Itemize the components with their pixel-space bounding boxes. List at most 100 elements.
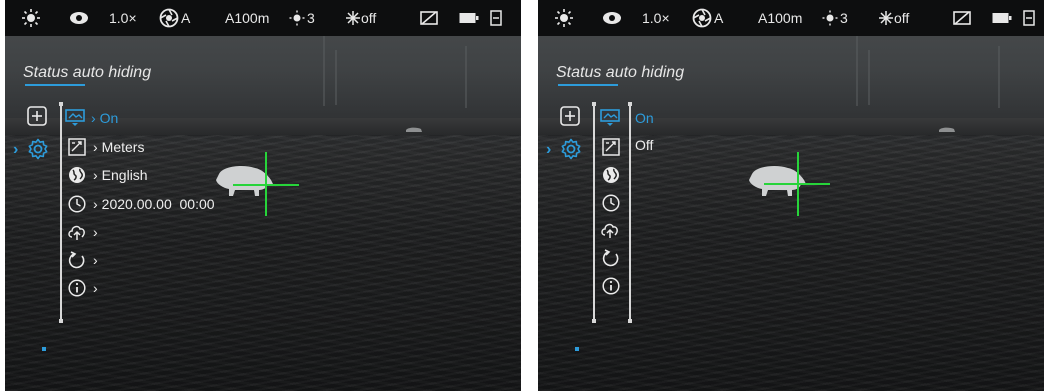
no-recording-icon <box>419 0 439 36</box>
tree <box>868 50 870 105</box>
menu-divider <box>593 104 595 320</box>
ir-value: off <box>361 10 377 26</box>
menu-item-info[interactable] <box>601 276 627 296</box>
menu-item-wifi-upload[interactable] <box>600 220 626 240</box>
option-on[interactable]: On <box>635 110 654 126</box>
menu-item-units[interactable] <box>601 137 627 157</box>
chevron-right-icon: › <box>91 110 96 126</box>
ir-status: off <box>345 0 376 36</box>
indicator-dot <box>42 347 46 351</box>
device-screen-left: 1.0× A A100m 3 off Status auto hiding › <box>5 0 521 391</box>
menu-item-info[interactable]: › <box>67 278 102 298</box>
brightness-icon <box>554 0 574 36</box>
menu-item-language[interactable]: › English <box>67 165 148 185</box>
tree <box>856 36 858 106</box>
reticle-center <box>261 180 271 190</box>
storage-icon <box>1022 0 1036 36</box>
divider-top-dot <box>592 102 596 106</box>
calibration-mode: A <box>181 10 191 26</box>
menu-item-reset[interactable] <box>601 248 627 268</box>
ir-status: off <box>878 0 909 36</box>
units-icon <box>601 137 621 157</box>
range-value: A100m <box>758 10 803 26</box>
globe-icon <box>67 165 87 185</box>
title-underline <box>558 84 618 86</box>
add-category-icon[interactable] <box>27 106 49 128</box>
menu-item-units[interactable]: › Meters <box>67 137 144 157</box>
ir-icon <box>879 11 893 25</box>
ir-value: off <box>894 10 910 26</box>
brightness-value: 3 <box>307 10 315 26</box>
menu-divider <box>60 104 62 320</box>
no-recording-icon <box>952 0 972 36</box>
shutter-icon <box>692 8 712 28</box>
menu-title: Status auto hiding <box>23 64 152 81</box>
calibration-status: A <box>692 0 723 36</box>
tree <box>998 46 1000 108</box>
menu-item-reset[interactable]: › <box>67 250 102 270</box>
chevron-right-icon: › <box>93 167 98 183</box>
eye-icon <box>69 0 89 36</box>
cloud-upload-icon <box>600 220 620 240</box>
reset-icon <box>601 248 621 268</box>
clock-icon <box>67 194 87 214</box>
option-off[interactable]: Off <box>635 137 653 153</box>
zoom-value: 1.0× <box>109 10 137 26</box>
chevron-right-icon: › <box>93 280 98 296</box>
distant-animal <box>939 127 955 132</box>
divider-bottom-dot <box>59 319 63 323</box>
title-underline <box>25 84 85 86</box>
range-value: A100m <box>225 10 270 26</box>
menu-item-status-hide[interactable]: › On <box>65 108 118 128</box>
menu-item-language[interactable] <box>601 165 627 185</box>
menu-item-value: English <box>101 167 148 183</box>
menu-item-status-hide[interactable] <box>600 108 626 128</box>
tree <box>465 46 467 108</box>
menu-item-datetime[interactable] <box>601 193 627 213</box>
status-hide-icon <box>65 108 85 128</box>
selection-chevron-icon: › <box>13 141 19 158</box>
menu-item-datetime[interactable]: › 2020.00.00 00:00 <box>67 194 215 214</box>
divider-top-dot <box>59 102 63 106</box>
ir-icon <box>346 11 360 25</box>
menu-title: Status auto hiding <box>556 64 685 81</box>
submenu-divider <box>629 104 631 320</box>
info-icon <box>67 278 87 298</box>
divider-bottom-dot <box>592 319 596 323</box>
chevron-right-icon: › <box>93 252 98 268</box>
calibration-mode: A <box>714 10 724 26</box>
tree <box>323 36 325 106</box>
device-screen-right: 1.0× A A100m 3 off Status auto hiding › <box>538 0 1044 391</box>
brightness-value: 3 <box>840 10 848 26</box>
distant-animal <box>406 127 422 132</box>
reset-icon <box>67 250 87 270</box>
menu-item-wifi-upload[interactable]: › <box>67 222 102 242</box>
selection-chevron-icon: › <box>546 141 552 158</box>
reticle-horizontal <box>764 183 830 185</box>
storage-icon <box>489 0 503 36</box>
clock-icon <box>601 193 621 213</box>
status-bar: 1.0× A A100m 3 off <box>538 0 1044 36</box>
menu-item-value: On <box>99 110 119 126</box>
globe-icon <box>601 165 621 185</box>
brightness-level: 3 <box>289 0 315 36</box>
settings-gear-icon[interactable] <box>27 138 49 160</box>
status-bar: 1.0× A A100m 3 off <box>5 0 521 36</box>
indicator-dot <box>575 347 579 351</box>
brightness-icon <box>21 0 41 36</box>
divider-top-dot <box>628 102 632 106</box>
settings-gear-icon[interactable] <box>560 138 582 160</box>
sun-small-icon <box>289 10 305 26</box>
add-category-icon[interactable] <box>560 106 582 128</box>
info-icon <box>601 276 621 296</box>
menu-item-value: 2020.00.00 00:00 <box>101 196 215 212</box>
chevron-right-icon: › <box>93 196 98 212</box>
brightness-level: 3 <box>822 0 848 36</box>
tree <box>335 50 337 105</box>
chevron-right-icon: › <box>93 224 98 240</box>
sun-small-icon <box>822 10 838 26</box>
menu-item-value: Meters <box>101 139 145 155</box>
eye-icon <box>602 0 622 36</box>
chevron-right-icon: › <box>93 139 98 155</box>
zoom-value: 1.0× <box>642 10 670 26</box>
